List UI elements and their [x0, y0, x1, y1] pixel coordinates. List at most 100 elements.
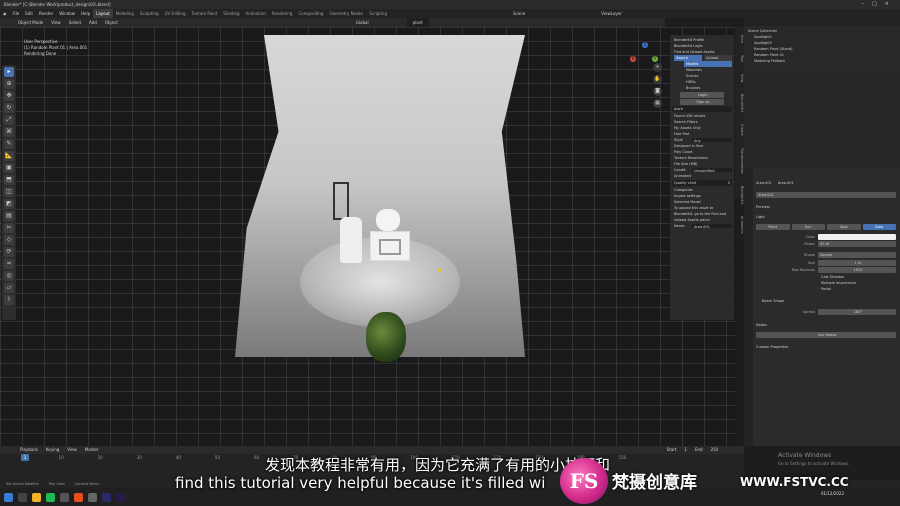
workspace-tab-animation[interactable]: Animation	[243, 9, 269, 18]
portal-checkbox[interactable]: Portal	[756, 286, 896, 292]
blender-logo-icon[interactable]: ◉	[0, 9, 10, 18]
polybuild-tool-icon[interactable]: ◇	[4, 235, 14, 245]
outliner-item[interactable]: Modeling Fallback	[748, 58, 896, 64]
style-dropdown[interactable]: Any	[692, 138, 732, 143]
beam-shape-header[interactable]: Beam Shape	[756, 298, 896, 304]
current-frame-indicator[interactable]: 1	[21, 454, 29, 461]
workspace-tab-compositing[interactable]: Compositing	[295, 9, 326, 18]
shape-dropdown[interactable]: Square	[818, 252, 896, 258]
power-field[interactable]: 50 W	[818, 241, 896, 247]
asset-search-input[interactable]: plant	[672, 106, 732, 112]
shear-tool-icon[interactable]: ▱	[4, 283, 14, 293]
frame-box-object[interactable]	[370, 231, 410, 261]
rotate-tool-icon[interactable]: ↻	[4, 103, 14, 113]
menu-view[interactable]: View	[51, 18, 61, 27]
animated-checkbox[interactable]: Animated	[672, 173, 732, 179]
sidebar-tab-item[interactable]: Item	[735, 35, 744, 43]
workspace-tab-geometry-nodes[interactable]: Geometry Nodes	[326, 9, 366, 18]
spin-tool-icon[interactable]: ⟳	[4, 247, 14, 257]
knife-tool-icon[interactable]: ✂	[4, 223, 14, 233]
timeline-view-menu[interactable]: View	[67, 446, 77, 454]
round-vase-object[interactable]	[376, 209, 400, 231]
add-cube-tool-icon[interactable]: ▣	[4, 163, 14, 173]
after-effects-icon[interactable]	[116, 492, 125, 502]
object-mode-dropdown[interactable]: Object Mode	[18, 18, 43, 27]
nodes-header[interactable]: Nodes	[756, 322, 896, 328]
signup-button[interactable]: Sign up	[680, 99, 724, 105]
shrink-tool-icon[interactable]: ◎	[4, 271, 14, 281]
login-button[interactable]: Login	[680, 92, 724, 98]
sidebar-tab-view[interactable]: View	[735, 74, 744, 82]
sidebar-tab-tool[interactable]: Tool	[735, 55, 744, 62]
max-bounces-field[interactable]: 1024	[818, 267, 896, 273]
pan-hand-icon[interactable]: ✋	[653, 75, 662, 84]
size-field[interactable]: 1 m	[818, 260, 896, 266]
custom-properties-header[interactable]: Custom Properties	[756, 344, 896, 350]
spread-field[interactable]: 180°	[818, 309, 896, 315]
vase-object[interactable]	[340, 217, 362, 263]
light-type-area[interactable]: Area	[862, 224, 896, 230]
transform-tool-icon[interactable]: ⌘	[4, 127, 14, 137]
menu-add[interactable]: Add	[89, 18, 97, 27]
camera-view-icon[interactable]: ◙	[653, 87, 662, 96]
loopcut-tool-icon[interactable]: ▤	[4, 211, 14, 221]
rip-tool-icon[interactable]: ⌇	[4, 295, 14, 305]
color-swatch[interactable]	[818, 234, 896, 240]
gizmo-z-axis-icon[interactable]: Z	[642, 42, 648, 48]
zoom-icon[interactable]: +	[653, 63, 662, 72]
inset-tool-icon[interactable]: ◫	[4, 187, 14, 197]
sidebar-tab-blenderkit-2[interactable]: BlenderKit	[735, 186, 744, 204]
bevel-tool-icon[interactable]: ◩	[4, 199, 14, 209]
timeline-marker-menu[interactable]: Marker	[85, 446, 99, 454]
file-explorer-icon[interactable]	[32, 492, 41, 502]
timeline-playback-menu[interactable]: Playback	[20, 446, 38, 454]
extrude-tool-icon[interactable]: ⬒	[4, 175, 14, 185]
preview-panel-header[interactable]: Preview	[756, 204, 896, 210]
workspace-tab-texture-paint[interactable]: Texture Paint	[188, 9, 220, 18]
window-controls[interactable]: –□×	[862, 0, 897, 9]
premiere-icon[interactable]	[102, 492, 111, 502]
area-light-indicator[interactable]	[437, 268, 441, 272]
workspace-tab-sculpting[interactable]: Sculpting	[137, 9, 162, 18]
timeline-keying-menu[interactable]: Keying	[46, 446, 59, 454]
condition-dropdown[interactable]: Unspecified	[692, 168, 732, 173]
menu-select[interactable]: Select	[69, 18, 81, 27]
gizmo-x-axis-icon[interactable]: X	[630, 56, 636, 62]
sidebar-tab-create[interactable]: Create	[735, 124, 744, 136]
quality-limit-value[interactable]: 0	[728, 180, 730, 186]
taskbar-app-icon[interactable]	[88, 492, 97, 502]
asset-type-brushes[interactable]: Brushes	[684, 85, 732, 91]
move-tool-icon[interactable]: ✥	[4, 91, 14, 101]
light-type-point[interactable]: Point	[756, 224, 790, 230]
use-nodes-button[interactable]: Use Nodes	[756, 332, 896, 338]
viewport-search[interactable]: plant	[406, 18, 429, 27]
windows-start-icon[interactable]	[4, 492, 13, 502]
menu-file[interactable]: File	[10, 9, 23, 18]
workspace-tab-layout[interactable]: Layout	[93, 9, 113, 18]
sidebar-tab-animation[interactable]: Animation	[735, 216, 744, 234]
properties-tabs[interactable]	[744, 168, 753, 446]
light-data-name-field[interactable]: Area.001	[756, 192, 896, 198]
workspace-tab-shading[interactable]: Shading	[220, 9, 242, 18]
start-frame-field[interactable]: 1	[684, 446, 687, 454]
menu-object[interactable]: Object	[105, 18, 118, 27]
workspace-tab-scripting[interactable]: Scripting	[366, 9, 390, 18]
view-layer-selector[interactable]: ViewLayer	[598, 9, 625, 18]
sidebar-tab-blenderkit[interactable]: BlenderKit	[735, 94, 744, 112]
cursor-tool-icon[interactable]: ⊕	[4, 79, 14, 89]
blender-taskbar-icon[interactable]	[74, 492, 83, 502]
gizmo-y-axis-icon[interactable]: Y	[652, 56, 658, 62]
workspace-tab-modeling[interactable]: Modeling	[113, 9, 137, 18]
light-type-spot[interactable]: Spot	[827, 224, 861, 230]
light-panel-header[interactable]: Light	[756, 214, 896, 220]
taskbar-app-icon[interactable]	[60, 492, 69, 502]
sidebar-tab-transformation[interactable]: Transformation	[735, 148, 744, 174]
plant-object[interactable]	[366, 312, 406, 362]
name-field[interactable]: Area.001	[692, 224, 732, 229]
menu-help[interactable]: Help	[78, 9, 93, 18]
menu-window[interactable]: Window	[56, 9, 78, 18]
smooth-tool-icon[interactable]: ≈	[4, 259, 14, 269]
3d-viewport[interactable]: User Perspective (1) Random Plant 01 | A…	[0, 27, 735, 455]
scale-tool-icon[interactable]: ⤢	[4, 115, 14, 125]
perspective-grid-icon[interactable]: ▦	[653, 99, 662, 108]
